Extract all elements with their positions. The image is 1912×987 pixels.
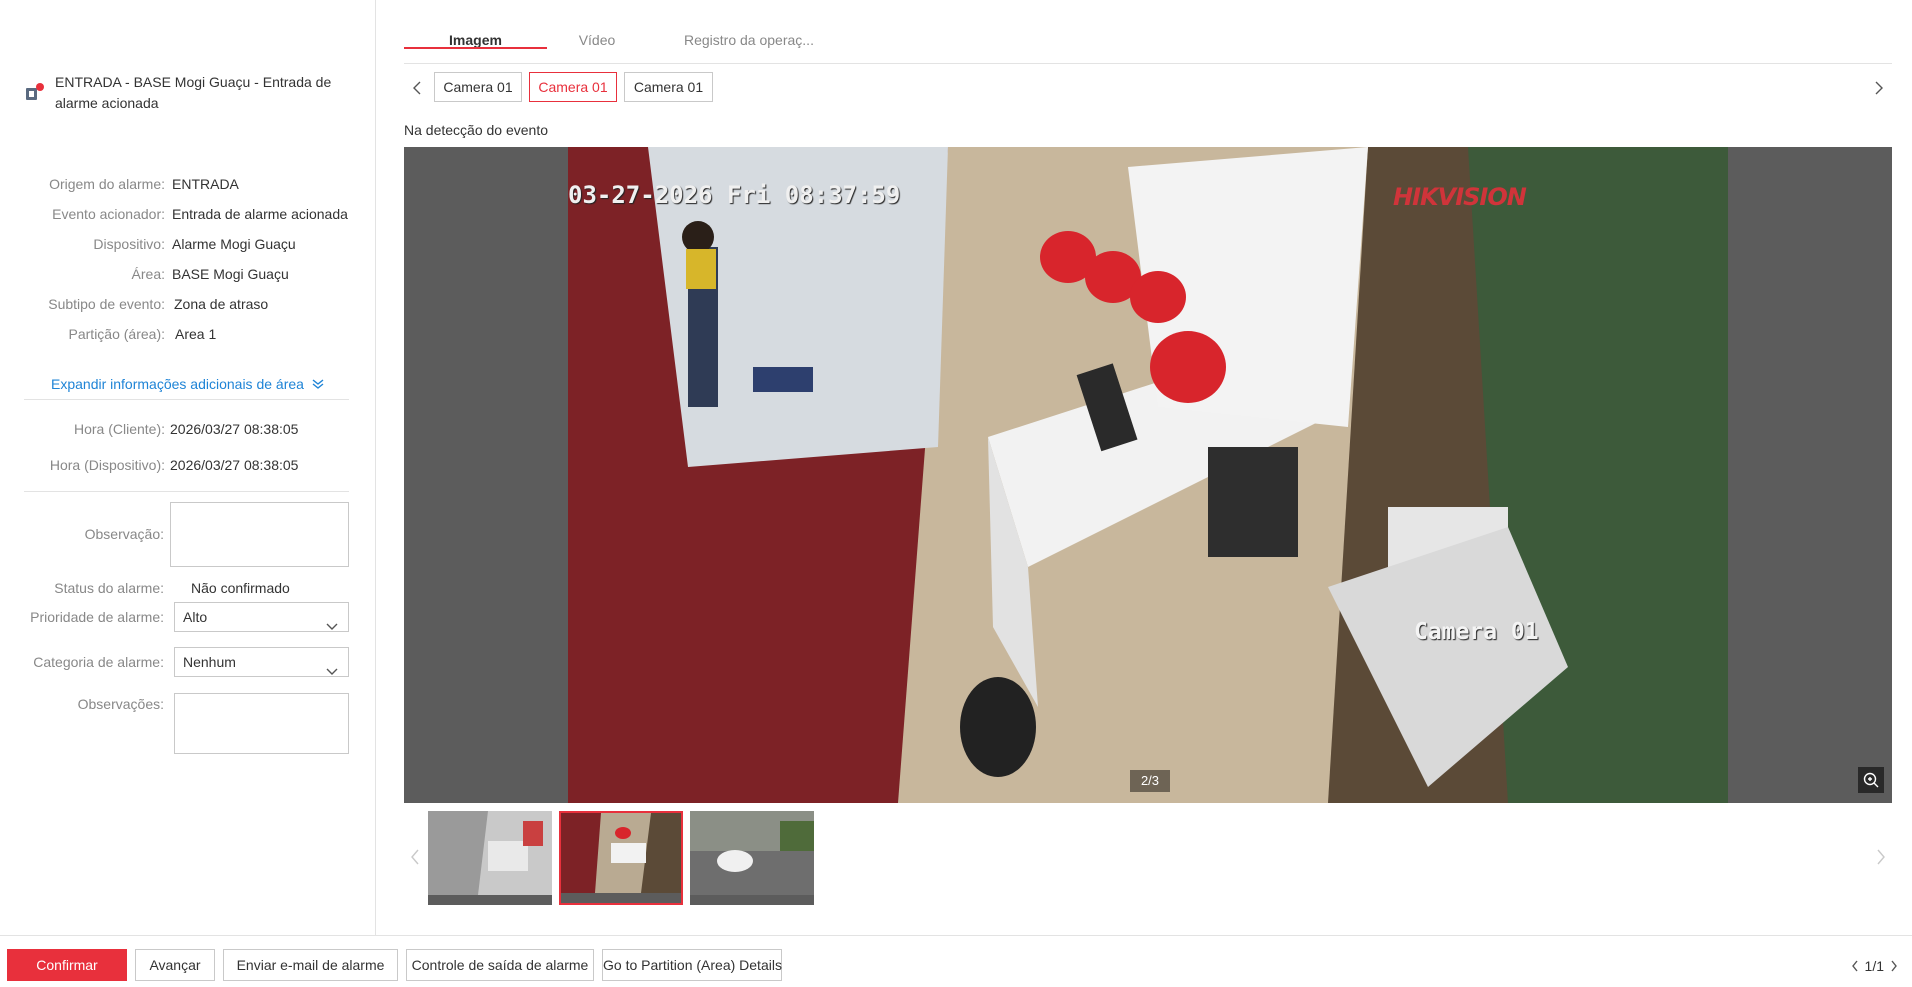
time-label: Hora (Dispositivo): [49, 457, 165, 473]
alarm-input-icon [24, 82, 46, 104]
next-button[interactable]: Avançar [135, 949, 215, 981]
time-row-device: Hora (Dispositivo): 2026/03/27 08:38:05 [0, 455, 376, 475]
alarm-title: ENTRADA - BASE Mogi Guaçu - Entrada de a… [55, 74, 332, 111]
alarm-details-panel: ENTRADA - BASE Mogi Guaçu - Entrada de a… [0, 0, 376, 935]
chevron-left-icon[interactable] [410, 848, 420, 869]
time-label: Hora (Cliente): [73, 421, 165, 437]
detail-label: Origem do alarme: [49, 176, 165, 192]
chevron-left-icon[interactable] [412, 80, 422, 99]
category-value: Nenhum [183, 654, 236, 670]
chevron-down-icon [326, 612, 338, 640]
event-caption: Na detecção do evento [404, 122, 548, 138]
expand-area-info-link[interactable]: Expandir informações adicionais de área [51, 374, 324, 395]
detail-value: ENTRADA [172, 176, 239, 192]
osd-timestamp: 03-27-2026 Fri 08:37:59 [568, 181, 901, 209]
detail-row-origin: Origem do alarme: ENTRADA [0, 174, 376, 194]
chevron-right-icon[interactable] [1876, 848, 1886, 869]
thumbnail-image [690, 811, 814, 895]
partition-details-button[interactable]: Go to Partition (Area) Details [602, 949, 782, 981]
chevron-down-icon [326, 657, 338, 685]
remarks-field[interactable] [174, 693, 349, 754]
time-row-client: Hora (Cliente): 2026/03/27 08:38:05 [0, 419, 376, 439]
camera-snapshot: 03-27-2026 Fri 08:37:59 HIKVISION Camera… [568, 147, 1728, 803]
tab-active-underline [404, 47, 547, 49]
snapshot-image [568, 147, 1728, 803]
thumbnail-3[interactable] [690, 811, 814, 905]
thumbnail-1[interactable] [428, 811, 552, 905]
divider [24, 399, 349, 400]
alarm-header: ENTRADA - BASE Mogi Guaçu - Entrada de a… [24, 72, 354, 114]
osd-camera-name: Camera 01 [1414, 619, 1539, 645]
detail-label: Partição (área): [68, 326, 165, 342]
detail-value: Area 1 [175, 326, 217, 342]
category-label: Categoria de alarme: [33, 654, 164, 670]
zoom-in-button[interactable] [1858, 767, 1884, 793]
camera-button-3[interactable]: Camera 01 [624, 72, 713, 102]
camera-selector: Camera 01 Camera 01 Camera 01 [404, 72, 1892, 104]
osd-brand: HIKVISION [1393, 183, 1527, 211]
tab-video[interactable]: Vídeo [547, 32, 647, 48]
detail-label: Subtipo de evento: [48, 296, 165, 312]
time-value: 2026/03/27 08:38:05 [170, 457, 299, 473]
image-page-indicator: 2/3 [1130, 770, 1170, 792]
detail-row-subtype: Subtipo de evento: Zona de atraso [0, 294, 376, 314]
camera-button-2[interactable]: Camera 01 [529, 72, 617, 102]
tab-video-label: Vídeo [578, 32, 616, 48]
time-value: 2026/03/27 08:38:05 [170, 421, 299, 437]
detail-row-trigger: Evento acionador: Entrada de alarme acio… [0, 204, 376, 224]
chevron-right-icon[interactable] [1874, 80, 1884, 99]
remarks-label: Observações: [77, 696, 164, 712]
pager: 1/1 [1851, 956, 1898, 976]
expand-area-info-label: Expandir informações adicionais de área [51, 376, 304, 392]
status-label: Status do alarme: [54, 580, 164, 596]
chevron-left-icon[interactable] [1851, 959, 1859, 973]
detail-row-area: Área: BASE Mogi Guaçu [0, 264, 376, 284]
media-tabs: Imagem Vídeo Registro da operaç... [404, 28, 1892, 64]
detail-value: Entrada de alarme acionada [172, 206, 348, 222]
priority-label: Prioridade de alarme: [30, 609, 164, 625]
alarm-output-control-button[interactable]: Controle de saída de alarme [406, 949, 594, 981]
observation-label: Observação: [84, 526, 164, 542]
detail-row-partition: Partição (área): Area 1 [0, 324, 376, 344]
thumbnail-2[interactable] [559, 811, 683, 905]
chevron-right-icon[interactable] [1890, 959, 1898, 973]
pager-label: 1/1 [1864, 958, 1884, 974]
image-viewer: 03-27-2026 Fri 08:37:59 HIKVISION Camera… [404, 147, 1892, 803]
detail-label: Dispositivo: [93, 236, 165, 252]
tab-image-label: Imagem [449, 32, 502, 48]
divider [24, 491, 349, 492]
send-alarm-email-button[interactable]: Enviar e-mail de alarme [223, 949, 398, 981]
camera-button-1[interactable]: Camera 01 [434, 72, 522, 102]
category-select[interactable]: Nenhum [174, 647, 349, 677]
confirm-button[interactable]: Confirmar [7, 949, 127, 981]
zoom-in-icon [1863, 772, 1879, 788]
detail-value: Alarme Mogi Guaçu [172, 236, 296, 252]
thumbnail-image [561, 813, 681, 893]
tab-image[interactable]: Imagem [404, 32, 547, 49]
detail-value: Zona de atraso [174, 296, 269, 312]
observation-field[interactable] [170, 502, 349, 567]
priority-value: Alto [183, 609, 208, 625]
detail-row-device: Dispositivo: Alarme Mogi Guaçu [0, 234, 376, 254]
tab-operation-log[interactable]: Registro da operaç... [684, 32, 834, 48]
tab-operation-log-label: Registro da operaç... [684, 32, 814, 48]
thumbnail-strip [404, 810, 1892, 906]
detail-label: Evento acionador: [52, 206, 165, 222]
status-value: Não confirmado [191, 580, 290, 596]
detail-value: BASE Mogi Guaçu [172, 266, 289, 282]
action-bar: Confirmar Avançar Enviar e-mail de alarm… [0, 935, 1912, 987]
priority-select[interactable]: Alto [174, 602, 349, 632]
thumbnail-image [428, 811, 552, 895]
double-chevron-down-icon [312, 375, 324, 395]
detail-label: Área: [131, 266, 165, 282]
